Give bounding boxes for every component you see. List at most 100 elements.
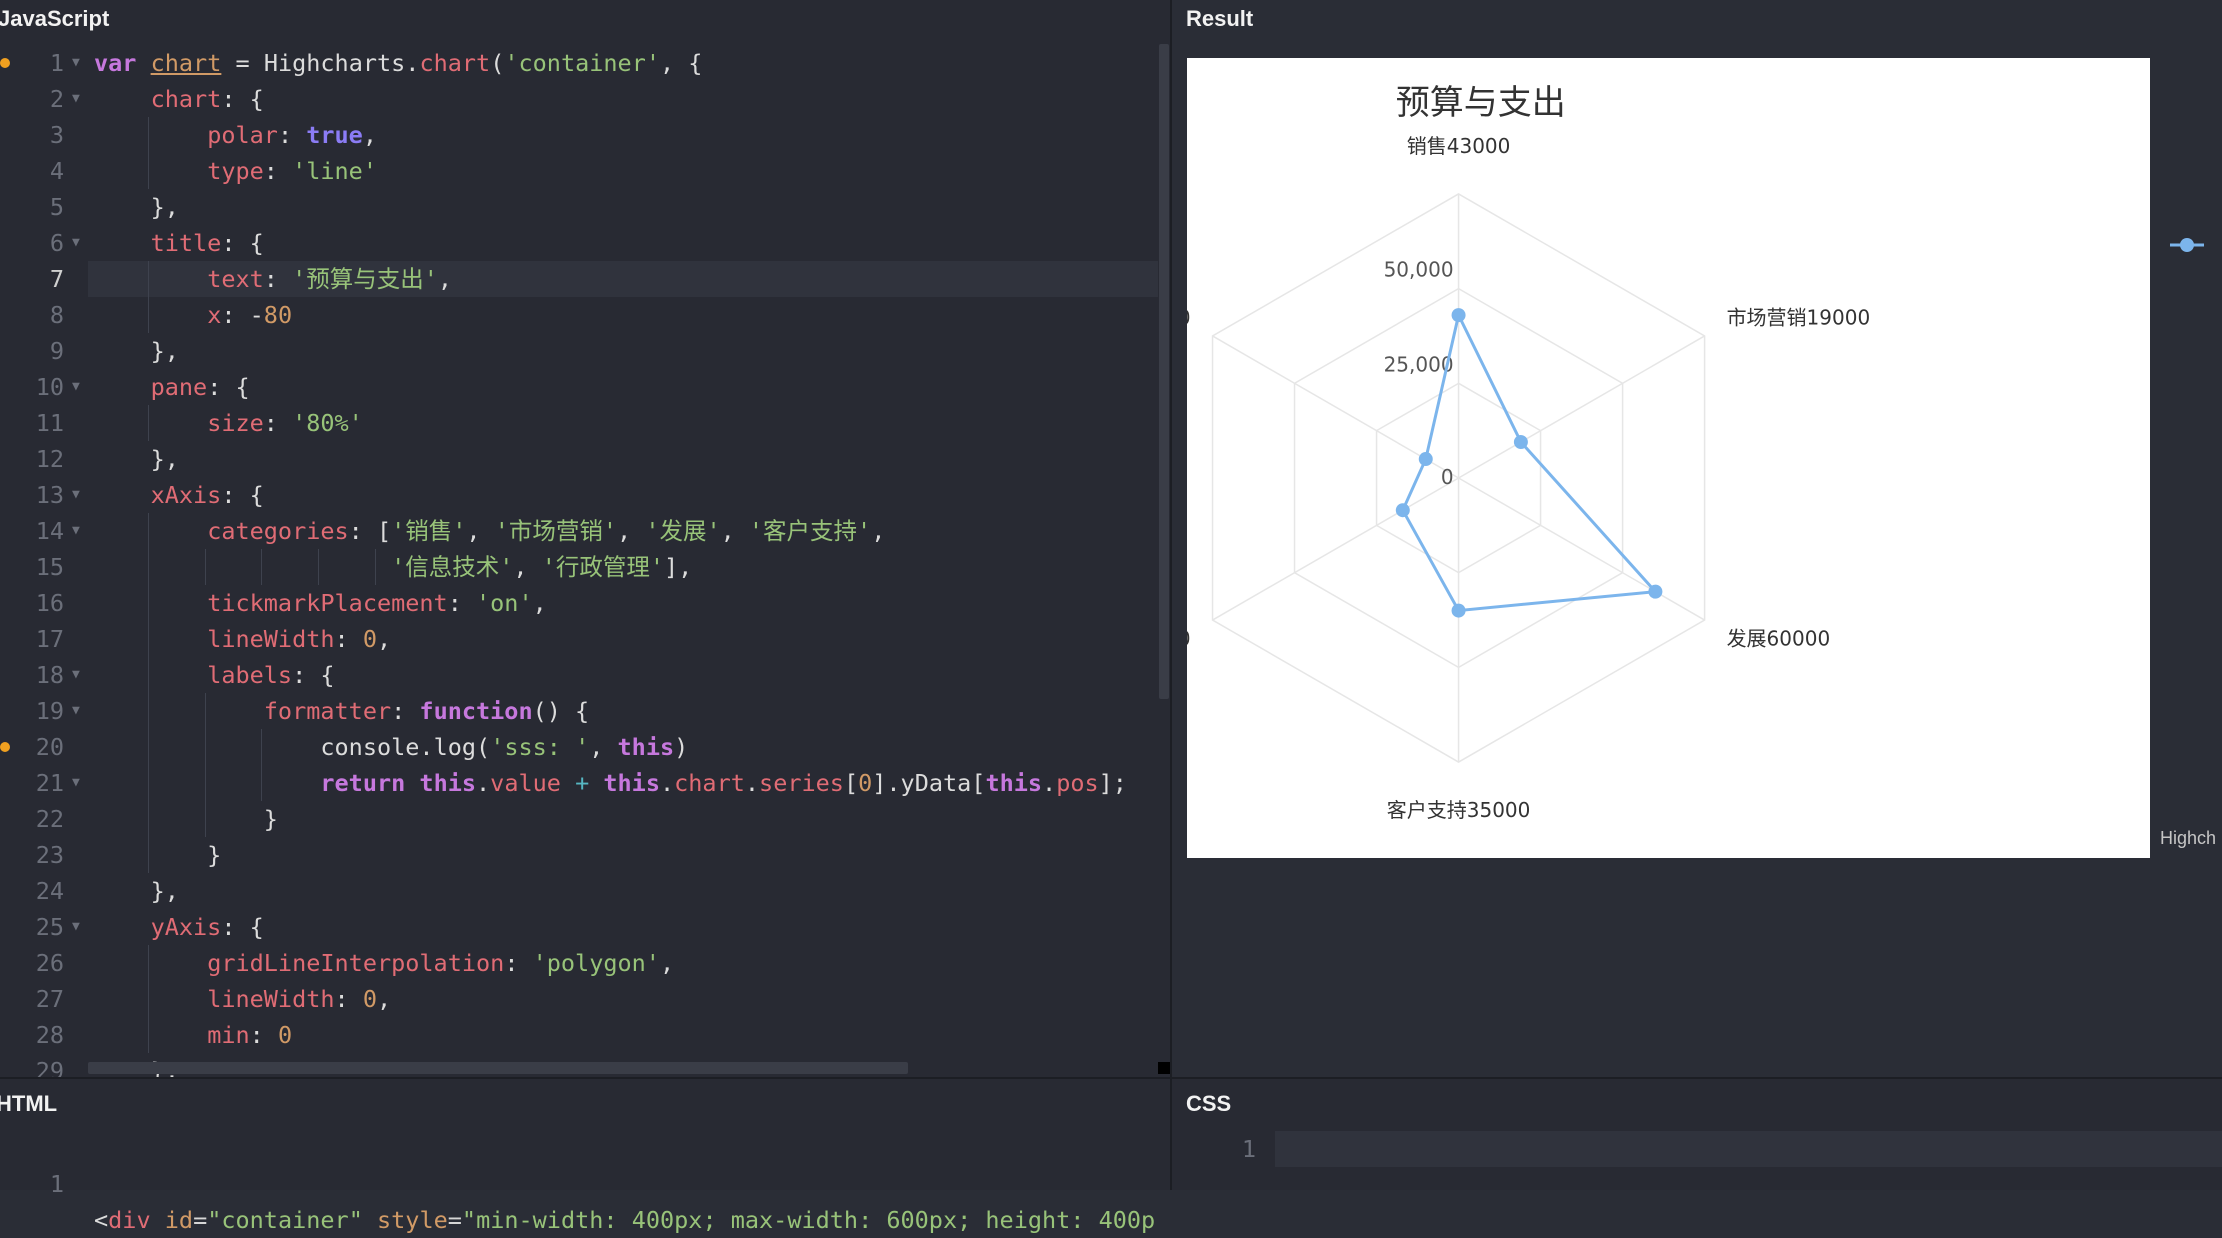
line-number[interactable]: 25 [0,909,64,945]
code-text: labels: { [207,661,335,689]
line-number[interactable]: 4 [0,153,64,189]
line-number[interactable]: 16 [0,585,64,621]
horizontal-scrollbar[interactable] [88,1062,908,1074]
chart-credits-link[interactable]: Highch [2160,828,2216,849]
line-number[interactable]: 8 [0,297,64,333]
code-text: polar: true, [207,121,377,149]
vertical-scrollbar[interactable] [1159,44,1169,699]
code-line[interactable]: 23 } [0,837,1158,873]
code-line[interactable]: 7 text: '预算与支出', [0,261,1158,297]
line-number[interactable]: 11 [0,405,64,441]
code-line[interactable]: 25 ▼ yAxis: { [0,909,1158,945]
line-number[interactable]: 9 [0,333,64,369]
horizontal-pane-divider[interactable] [0,1077,2222,1079]
vertical-pane-divider[interactable] [1170,0,1172,1190]
chart-title: 预算与支出 [1396,83,1566,123]
line-number[interactable]: 17 [0,621,64,657]
line-number[interactable]: 12 [0,441,64,477]
fold-arrow-icon[interactable]: ▼ [72,45,80,81]
code-line[interactable]: 12 }, [0,441,1158,477]
code-line[interactable]: 8 x: -80 [0,297,1158,333]
line-number[interactable]: 18 [0,657,64,693]
y-tick-label: 25,000 [1384,352,1454,376]
code-text: }, [94,445,179,473]
code-line[interactable]: 19 ▼ formatter: function() { [0,693,1158,729]
code-line[interactable]: 5 }, [0,189,1158,225]
code-line[interactable]: 27 lineWidth: 0, [0,981,1158,1017]
line-number[interactable]: 24 [0,873,64,909]
code-line[interactable]: 6 ▼ title: { [0,225,1158,261]
line-number[interactable]: 13 [0,477,64,513]
scrollbar-corner [1158,1062,1170,1074]
fold-arrow-icon[interactable]: ▼ [72,693,80,729]
code-text: gridLineInterpolation: 'polygon', [207,949,675,977]
line-number[interactable]: 5 [0,189,64,225]
series-legend-icon[interactable] [2170,235,2204,255]
fold-arrow-icon[interactable]: ▼ [72,225,80,261]
line-number[interactable]: 21 [0,765,64,801]
code-text: lineWidth: 0, [207,985,392,1013]
fold-arrow-icon[interactable]: ▼ [72,513,80,549]
fold-arrow-icon[interactable]: ▼ [72,81,80,117]
fold-arrow-icon[interactable]: ▼ [72,765,80,801]
line-number[interactable]: 28 [0,1017,64,1053]
line-number[interactable]: 1 [0,45,64,81]
category-label: 信息技术17000 [1187,627,1191,651]
code-line[interactable]: 26 gridLineInterpolation: 'polygon', [0,945,1158,981]
html-editor[interactable]: 1 <div id="container" style="min-width: … [0,1130,1155,1238]
grid-spoke [1212,477,1459,621]
code-line[interactable]: 10 ▼ pane: { [0,369,1158,405]
code-line[interactable]: 28 min: 0 [0,1017,1158,1053]
code-text: }, [94,193,179,221]
line-number[interactable]: 6 [0,225,64,261]
code-text: }, [94,877,179,905]
code-line[interactable]: 4 type: 'line' [0,153,1158,189]
fold-arrow-icon[interactable]: ▼ [72,909,80,945]
line-number[interactable]: 20 [0,729,64,765]
code-line[interactable]: 2 ▼ chart: { [0,81,1158,117]
code-line[interactable]: 18 ▼ labels: { [0,657,1158,693]
code-text: var chart = Highcharts.chart('container'… [94,49,703,77]
polar-chart[interactable]: 0 25,000 50,000 销售43000 市场营销19000 发展60000 客户支持… [1187,58,2150,858]
javascript-pane: JavaScript 1 ▼ var chart = Highcharts.char… [0,0,1170,1077]
line-number[interactable]: 26 [0,945,64,981]
code-text: text: '预算与支出', [207,265,453,293]
code-text: xAxis: { [150,481,264,509]
line-number[interactable]: 15 [0,549,64,585]
code-line[interactable]: 22 } [0,801,1158,837]
line-number[interactable]: 14 [0,513,64,549]
code-line[interactable]: 15 '信息技术', '行政管理'], [0,549,1158,585]
line-number[interactable]: 22 [0,801,64,837]
line-number[interactable]: 2 [0,81,64,117]
code-text: } [94,805,278,833]
line-number[interactable]: 3 [0,117,64,153]
html-pane-title: HTML [0,1091,58,1116]
code-line[interactable]: 9 }, [0,333,1158,369]
category-label: 发展60000 [1727,627,1831,651]
code-line[interactable]: 24 }, [0,873,1158,909]
code-line[interactable]: 3 polar: true, [0,117,1158,153]
line-number[interactable]: 10 [0,369,64,405]
code-line[interactable]: 13 ▼ xAxis: { [0,477,1158,513]
fold-arrow-icon[interactable]: ▼ [72,657,80,693]
line-number[interactable]: 7 [0,261,64,297]
code-line[interactable]: 16 tickmarkPlacement: 'on', [0,585,1158,621]
line-number[interactable]: 23 [0,837,64,873]
css-editor-line[interactable] [1275,1131,2222,1167]
code-line[interactable]: 1 ▼ var chart = Highcharts.chart('containe… [0,45,1158,81]
code-line[interactable]: 17 lineWidth: 0, [0,621,1158,657]
html-line-number: 1 [49,1170,64,1198]
code-line[interactable]: 11 size: '80%' [0,405,1158,441]
category-label: 销售43000 [1407,134,1511,158]
code-line[interactable]: 21 ▼ return this.value + this.chart.serie… [0,765,1158,801]
line-number[interactable]: 19 [0,693,64,729]
fold-arrow-icon[interactable]: ▼ [72,369,80,405]
line-number[interactable]: 29 [0,1053,64,1077]
code-line[interactable]: 20 console.log('sss: ', this) [0,729,1158,765]
code-line[interactable]: 14 ▼ categories: ['销售', '市场营销', '发展', '客户… [0,513,1158,549]
javascript-editor[interactable]: 1 ▼ var chart = Highcharts.chart('containe… [0,45,1158,1077]
fold-arrow-icon[interactable]: ▼ [72,477,80,513]
category-label: 行政管理10000 [1187,305,1191,329]
line-number[interactable]: 27 [0,981,64,1017]
code-text: tickmarkPlacement: 'on', [207,589,547,617]
